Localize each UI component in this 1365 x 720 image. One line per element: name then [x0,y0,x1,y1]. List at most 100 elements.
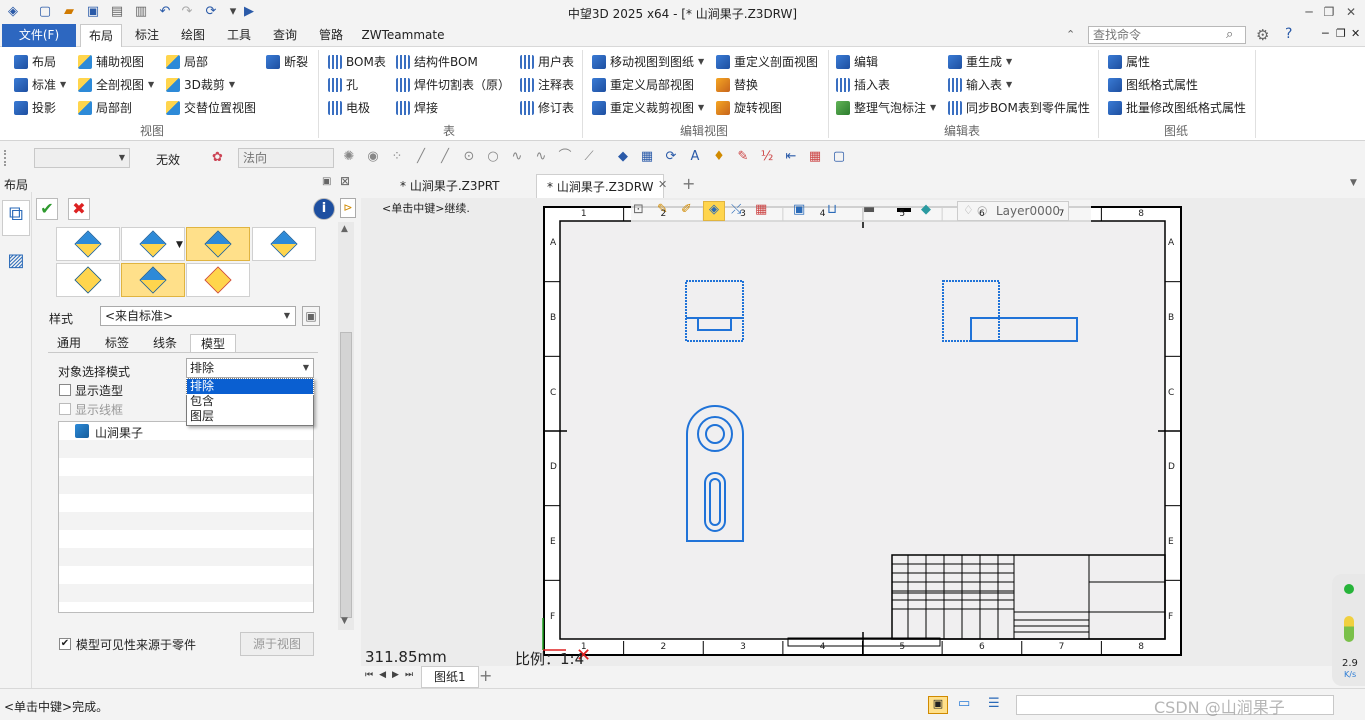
info-icon[interactable]: i [313,198,335,220]
weld-table-button[interactable]: 焊接 [396,98,438,118]
redefine-section-button[interactable]: 重定义剖面视图 [716,52,818,72]
annotation-table-button[interactable]: 注释表 [520,75,574,95]
show-wireframe-checkbox[interactable] [59,403,71,415]
line2-icon[interactable]: ╱ [438,150,452,164]
option-layer[interactable]: 图层 [187,409,313,424]
view-orientation-3[interactable] [186,227,250,261]
selection-mode-dropdown[interactable]: 排除 包含 图层 [186,378,314,426]
style-select[interactable]: <来自标准> ▼ [100,306,296,326]
electrode-table-button[interactable]: 电极 [328,98,370,118]
face-icon[interactable]: ◆ [616,150,630,164]
file-menu[interactable]: 文件(F) [2,24,76,47]
tab-list-icon[interactable]: ▼ [1350,178,1357,188]
partial-section-button[interactable]: 局部剖 [78,98,132,118]
import-table-button[interactable]: 输入表 ▼ [948,75,1012,95]
view-orientation-5[interactable] [56,263,120,297]
revision-table-button[interactable]: 修订表 [520,98,574,118]
drawing-sheet-svg[interactable]: ✕ [361,198,1365,666]
settings-gear-icon[interactable]: ⚙ [1256,26,1269,44]
layout-button[interactable]: 布局 [14,52,56,72]
move-view-to-sheet-button[interactable]: 移动视图到图纸 ▼ [592,52,704,72]
structure-bom-button[interactable]: 结构件BOM [396,52,478,72]
tab-tools[interactable]: 工具 [218,24,260,47]
dimension-icon[interactable]: ⇤ [784,150,798,164]
close-icon[interactable]: ✕ [1342,3,1360,21]
vt-layer-icon[interactable]: ◆ [921,202,931,217]
status-list-icon[interactable]: ☰ [988,696,1000,711]
edge-icon[interactable]: ⟋ [582,150,596,164]
search-icon[interactable]: ⌕ [1226,27,1233,42]
batch-sheet-format-button[interactable]: 批量修改图纸格式属性 [1108,98,1246,118]
properties-button[interactable]: 属性 [1108,52,1150,72]
visibility-from-part-checkbox[interactable]: ✔ [59,638,71,650]
bulb-icon[interactable]: ♦ [712,150,726,164]
doc-tab-close-icon[interactable]: ✕ [658,178,667,191]
fraction-icon[interactable]: ½ [760,150,774,164]
partial-view-button[interactable]: 局部 [166,52,208,72]
tab-query[interactable]: 查询 [264,24,306,47]
panel-expand-icon[interactable]: ⊳ [340,198,356,218]
vt-display-icon[interactable]: ▬ [863,202,875,217]
scroll-thumb[interactable] [340,332,352,618]
snap-icon[interactable]: ✺ [342,150,356,164]
drawing-manager-icon[interactable]: ▨ [4,250,28,274]
pick-icon[interactable]: ✿ [212,150,223,165]
rotate-view-button[interactable]: 旋转视图 [716,98,782,118]
tab-layout[interactable]: 布局 [80,24,122,48]
option-exclude[interactable]: 排除 [186,378,314,395]
minimize-icon[interactable]: ─ [1300,3,1318,21]
line-icon[interactable]: ╱ [414,150,428,164]
grid-icon[interactable]: ▦ [640,150,654,164]
wave-icon[interactable]: ∿ [534,150,548,164]
projection-button[interactable]: 投影 [14,98,56,118]
restore-icon[interactable]: ❐ [1320,3,1338,21]
sheet-format-properties-button[interactable]: 图纸格式属性 [1108,75,1198,95]
view-orientation-dropdown-icon[interactable]: ▼ [176,240,183,250]
option-include[interactable]: 包含 [187,394,313,409]
cancel-button[interactable]: ✖ [68,198,90,220]
vt-view-icon[interactable]: ▣ [793,202,805,217]
panel-scrollbar[interactable]: ▲ ▼ [338,222,354,630]
cycle-icon[interactable]: ⟳ [664,150,678,164]
tab-piping[interactable]: 管路 [310,24,352,47]
sheet-nav-icons[interactable]: ⏮◀▶⏭ [365,670,419,680]
selection-mode-select[interactable]: 排除 ▼ [186,358,314,378]
doc-minimize-icon[interactable]: ─ [1322,27,1329,40]
full-section-button[interactable]: 全剖视图 ▼ [78,75,154,95]
hole-table-button[interactable]: 孔 [328,75,358,95]
alternate-position-button[interactable]: 交替位置视图 [166,98,256,118]
vt-select-icon[interactable]: ⊡ [633,202,644,217]
insert-table-button[interactable]: 插入表 [836,75,890,95]
tab-model[interactable]: 模型 [190,334,236,353]
save-style-icon[interactable]: ▣ [302,306,320,326]
vt-render-icon[interactable]: ◈ [703,201,725,221]
panel-pin-icon[interactable]: ▣ [322,176,331,187]
layout-manager-icon[interactable]: ⧉ [2,200,30,236]
3d-clip-button[interactable]: 3D裁剪 ▼ [166,75,235,95]
points-icon[interactable]: ⁘ [390,150,404,164]
bom-table-button[interactable]: BOM表 [328,52,386,72]
tab-annotate[interactable]: 标注 [126,24,168,47]
view-orientation-1[interactable] [56,227,120,261]
help-icon[interactable]: ? [1285,26,1292,42]
from-view-button[interactable]: 源于视图 [240,632,314,656]
status-layout-icon[interactable]: ▣ [928,696,948,714]
vt-grid-icon[interactable]: ▦ [755,202,767,217]
view-orientation-6[interactable] [121,263,185,297]
edit-table-button[interactable]: 编辑 [836,52,878,72]
frame-icon[interactable]: ▢ [832,150,846,164]
circle-center-icon[interactable]: ⊙ [462,150,476,164]
circle-icon[interactable]: ○ [486,150,500,164]
doc-restore-icon[interactable]: ❐ [1336,27,1346,40]
pen-icon[interactable]: ✎ [736,150,750,164]
vt-bracket-icon[interactable]: ⊔ [827,202,837,217]
weldment-cut-table-button[interactable]: 焊件切割表（原） [396,75,510,95]
ribbon-collapse-icon[interactable]: ⌃ [1066,28,1075,41]
regenerate-button[interactable]: 重生成 ▼ [948,52,1012,72]
tab-zwteammate[interactable]: ZWTeammate [358,24,448,47]
doc-close-icon[interactable]: ✕ [1351,27,1360,40]
redefine-clip-button[interactable]: 重定义裁剪视图 ▼ [592,98,704,118]
user-table-button[interactable]: 用户表 [520,52,574,72]
tab-lines[interactable]: 线条 [148,334,182,352]
break-view-button[interactable]: 断裂 [266,52,308,72]
